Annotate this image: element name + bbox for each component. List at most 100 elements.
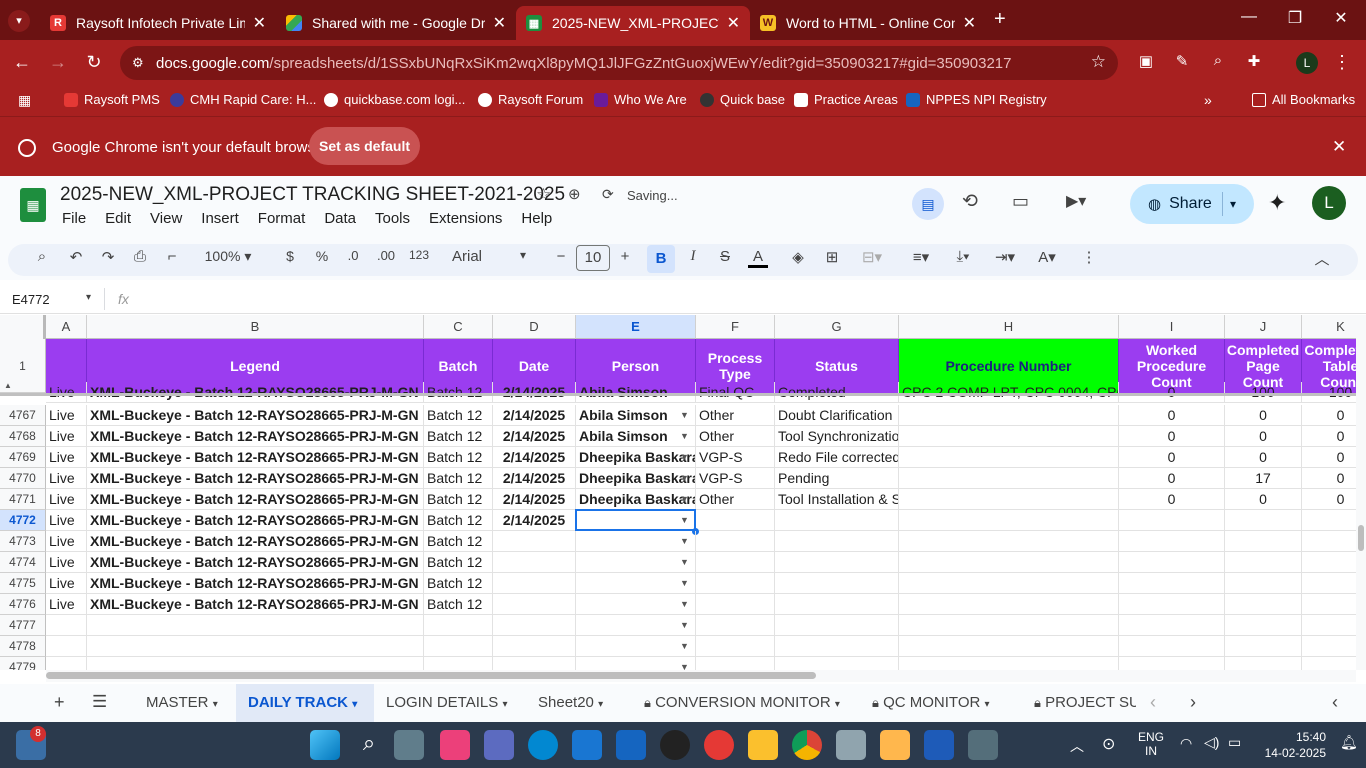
person-dropdown-icon[interactable]: ▼	[680, 662, 689, 670]
horizontal-align-icon[interactable]: ≡▾	[904, 248, 938, 266]
table-cell[interactable]: Live	[46, 447, 87, 468]
chrome-taskbar-icon[interactable]	[792, 730, 822, 760]
table-cell[interactable]	[1302, 510, 1356, 531]
sheet-tab-sheet20[interactable]: Sheet20 ▾	[526, 684, 615, 722]
bookmark-who-we-are[interactable]: Who We Are	[594, 92, 687, 107]
table-cell[interactable]: 0	[1302, 405, 1356, 426]
sheet-tab-login-details[interactable]: LOGIN DETAILS ▾	[374, 684, 519, 722]
table-cell[interactable]	[46, 615, 87, 636]
sheet-tab-project-summary[interactable]: 🔒︎ PROJECT SU	[1022, 684, 1136, 722]
vertical-align-icon[interactable]: ⤓▾	[946, 248, 980, 265]
clock[interactable]: 15:40 14-02-2025	[1260, 729, 1326, 761]
table-cell[interactable]	[493, 552, 576, 573]
table-cell[interactable]: Live	[46, 405, 87, 426]
gemini-icon[interactable]: ✦	[1268, 190, 1286, 216]
table-cell[interactable]	[696, 636, 775, 657]
borders-icon[interactable]: ⊞	[822, 248, 842, 266]
table-cell[interactable]: Tool Installation & Sync	[775, 489, 899, 510]
table-cell[interactable]	[576, 573, 696, 594]
column-header-c[interactable]: C	[424, 315, 493, 339]
battery-icon[interactable]: ▭	[1228, 734, 1241, 751]
table-cell[interactable]: 0	[1225, 405, 1302, 426]
table-cell[interactable]	[493, 615, 576, 636]
column-header-k[interactable]: K	[1302, 315, 1356, 339]
close-infobar-icon[interactable]: ✕	[1332, 137, 1346, 157]
column-header-e[interactable]: E	[576, 315, 696, 339]
menu-edit[interactable]: Edit	[105, 210, 131, 227]
font-size-input[interactable]: 10	[576, 245, 610, 271]
increase-font-size-icon[interactable]: +	[616, 248, 634, 265]
font-select[interactable]: Arial ▾	[452, 248, 532, 265]
table-cell[interactable]: Live	[46, 573, 87, 594]
table-cell[interactable]: Batch 12	[424, 489, 493, 510]
decrease-font-size-icon[interactable]: −	[552, 248, 570, 265]
table-cell[interactable]: 0	[1302, 489, 1356, 510]
table-cell[interactable]: Live	[46, 552, 87, 573]
column-header-j[interactable]: J	[1225, 315, 1302, 339]
share-dropdown-icon[interactable]: ▾	[1230, 197, 1236, 211]
table-cell[interactable]	[899, 489, 1119, 510]
table-cell[interactable]	[87, 615, 424, 636]
merge-cells-icon[interactable]: ⊟▾	[856, 248, 888, 266]
windows-start-icon[interactable]	[310, 730, 340, 760]
file-explorer-icon[interactable]	[748, 730, 778, 760]
table-cell[interactable]	[899, 468, 1119, 489]
table-cell[interactable]: XML-Buckeye - Batch 12-RAYSO28665-PRJ-M-…	[87, 510, 424, 531]
undo-icon[interactable]: ↶	[66, 248, 86, 266]
zoom-icon[interactable]: ⌕	[1206, 52, 1230, 69]
account-avatar[interactable]: L	[1312, 186, 1346, 220]
table-cell[interactable]: 2/14/2025	[493, 489, 576, 510]
table-cell[interactable]	[46, 657, 87, 670]
increase-decimal-button[interactable]: .00	[372, 248, 400, 263]
profile-avatar[interactable]: L	[1296, 52, 1318, 74]
table-cell[interactable]	[775, 531, 899, 552]
column-header-g[interactable]: G	[775, 315, 899, 339]
menu-file[interactable]: File	[62, 210, 86, 227]
table-cell[interactable]	[1119, 531, 1225, 552]
table-cell[interactable]	[696, 510, 775, 531]
edge-icon[interactable]	[528, 730, 558, 760]
table-cell[interactable]	[1225, 615, 1302, 636]
person-dropdown-icon[interactable]: ▼	[680, 536, 689, 546]
bookmark-practice-areas[interactable]: Practice Areas	[794, 92, 898, 107]
bookmark-star-icon[interactable]: ☆	[1091, 52, 1106, 72]
table-cell[interactable]: 2/14/2025	[493, 405, 576, 426]
table-cell[interactable]	[424, 657, 493, 670]
table-cell[interactable]	[899, 615, 1119, 636]
table-cell[interactable]: XML-Buckeye - Batch 12-RAYSO28665-PRJ-M-…	[87, 531, 424, 552]
row-header[interactable]: 4769	[0, 447, 46, 468]
table-cell[interactable]	[576, 594, 696, 615]
table-cell[interactable]	[899, 636, 1119, 657]
chrome-menu-icon[interactable]: ⋮	[1330, 52, 1354, 73]
menu-data[interactable]: Data	[324, 210, 356, 227]
apps-grid-icon[interactable]: ▦	[18, 92, 31, 109]
person-dropdown-icon[interactable]: ▼	[680, 641, 689, 651]
table-cell[interactable]: Live	[46, 468, 87, 489]
table-cell[interactable]: 2/14/2025	[493, 447, 576, 468]
table-cell[interactable]	[1302, 636, 1356, 657]
text-rotation-icon[interactable]: A▾	[1030, 248, 1064, 266]
table-cell[interactable]: Pending	[775, 468, 899, 489]
row-header[interactable]: 4767	[0, 405, 46, 426]
table-cell[interactable]	[696, 594, 775, 615]
table-cell[interactable]	[899, 594, 1119, 615]
network-status-icon[interactable]: ⊙	[1102, 734, 1115, 754]
forward-icon[interactable]: →	[46, 52, 70, 73]
table-cell[interactable]	[1119, 657, 1225, 670]
table-cell[interactable]: Batch 12	[424, 405, 493, 426]
percent-format-button[interactable]: %	[312, 248, 332, 264]
table-cell[interactable]: 0	[1225, 447, 1302, 468]
all-sheets-icon[interactable]: ☰	[92, 692, 107, 712]
table-cell[interactable]: Batch 12	[424, 426, 493, 447]
add-sheet-icon[interactable]: +	[54, 692, 65, 713]
language-indicator[interactable]: ENG IN	[1138, 730, 1164, 758]
browser-tab-raysoft[interactable]: R Raysoft Infotech Private Limited ✕	[40, 6, 276, 40]
table-cell[interactable]	[424, 615, 493, 636]
table-cell[interactable]	[775, 594, 899, 615]
table-cell[interactable]: Batch 12	[424, 468, 493, 489]
star-icon[interactable]: ☆	[536, 185, 551, 205]
print-icon[interactable]: ⎙	[130, 248, 150, 265]
menu-tools[interactable]: Tools	[375, 210, 410, 227]
table-cell[interactable]: XML-Buckeye - Batch 12-RAYSO28665-PRJ-M-…	[87, 552, 424, 573]
table-cell[interactable]: 0	[1119, 426, 1225, 447]
